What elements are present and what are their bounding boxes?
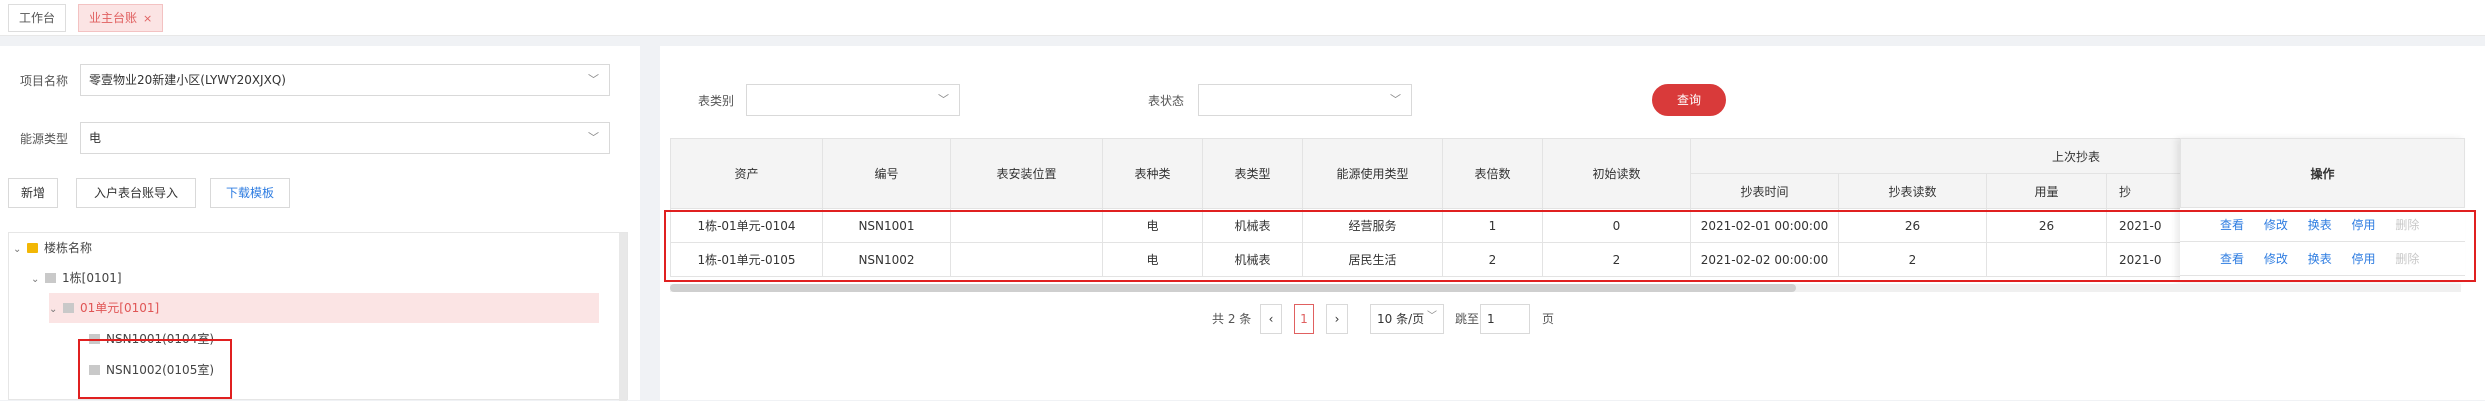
meter-type-label: 表类别 [698, 94, 735, 108]
chevron-down-icon[interactable]: ⌄ [31, 265, 45, 295]
node-icon [45, 273, 56, 283]
meter-status-select[interactable]: ﹀ [1198, 84, 1412, 116]
tree-node-root[interactable]: ⌄ 楼栋名称 [13, 233, 92, 263]
page-1-button[interactable]: 1 [1294, 304, 1314, 334]
col-usage-type: 能源使用类型 [1302, 138, 1443, 209]
chevron-down-icon: ﹀ [588, 73, 599, 86]
left-panel: 项目名称 零壹物业20新建小区(LYWY20XJXQ) ﹀ 能源类型 电 ﹀ 新… [0, 46, 640, 401]
node-icon [63, 303, 74, 313]
import-button[interactable]: 入户表台账导入 [76, 178, 196, 208]
goto-page-input[interactable]: 1 [1480, 304, 1530, 334]
query-button[interactable]: 查询 [1652, 84, 1726, 116]
col-type: 表类型 [1202, 138, 1303, 209]
col-last-reading: 抄表读数 [1838, 173, 1987, 209]
page-size-select[interactable]: 10 条/页 ﹀ [1370, 304, 1444, 334]
energy-value: 电 [89, 131, 102, 145]
tab-workbench[interactable]: 工作台 [8, 4, 67, 32]
tab-label: 业主台账 [89, 11, 138, 25]
col-multiplier: 表倍数 [1442, 138, 1543, 209]
tree-node-building[interactable]: ⌄ 1栋[0101] [31, 263, 122, 293]
chevron-down-icon[interactable]: ⌄ [13, 235, 27, 265]
meter-status-label: 表状态 [1148, 94, 1185, 108]
tab-bar: 工作台 业主台账 × [0, 0, 2485, 36]
add-button[interactable]: 新增 [8, 178, 58, 208]
close-icon[interactable]: × [143, 12, 152, 25]
col-asset: 资产 [670, 138, 823, 209]
chevron-down-icon: ﹀ [938, 93, 949, 106]
goto-label: 跳至 [1455, 312, 1480, 326]
tree-node-label: 楼栋名称 [44, 241, 93, 255]
col-number: 编号 [822, 138, 951, 209]
page-suffix: 页 [1542, 312, 1555, 326]
col-initial: 初始读数 [1542, 138, 1691, 209]
horizontal-scrollbar[interactable] [670, 284, 2461, 292]
project-select[interactable]: 零壹物业20新建小区(LYWY20XJXQ) ﹀ [80, 64, 610, 96]
tree-node-label: 1栋[0101] [62, 271, 122, 285]
page-size-value: 10 条/页 [1377, 312, 1425, 326]
highlight-box [664, 210, 2476, 282]
chevron-down-icon: ﹀ [1427, 311, 1437, 322]
col-last-usage: 用量 [1986, 173, 2107, 209]
energy-select[interactable]: 电 ﹀ [80, 122, 610, 154]
total-count: 共 2 条 [1212, 312, 1252, 326]
chevron-down-icon[interactable]: ⌄ [49, 295, 63, 325]
tree-node-label: 01单元[0101] [80, 301, 160, 315]
tab-owner-ledger[interactable]: 业主台账 × [78, 4, 164, 32]
col-actions: 操作 [2180, 138, 2465, 208]
tree-scrollbar[interactable] [619, 233, 627, 401]
project-label: 项目名称 [20, 74, 69, 88]
folder-icon [27, 243, 38, 253]
meter-type-select[interactable]: ﹀ [746, 84, 960, 116]
prev-page-button[interactable]: ‹ [1260, 304, 1282, 334]
scrollbar-thumb[interactable] [670, 284, 1796, 292]
right-panel: 表类别 ﹀ 表状态 ﹀ 查询 资产 编号 表安装位置 表种类 表类型 能源使用类… [660, 46, 2485, 400]
download-template-button[interactable]: 下载模板 [210, 178, 290, 208]
highlight-box [78, 339, 232, 399]
chevron-down-icon: ﹀ [588, 131, 599, 144]
col-kind: 表种类 [1102, 138, 1203, 209]
energy-label: 能源类型 [20, 132, 69, 146]
chevron-down-icon: ﹀ [1390, 93, 1401, 106]
tab-label: 工作台 [19, 11, 56, 25]
next-page-button[interactable]: › [1326, 304, 1348, 334]
col-location: 表安装位置 [950, 138, 1103, 209]
tree-node-unit[interactable]: ⌄ 01单元[0101] [49, 293, 599, 323]
project-value: 零壹物业20新建小区(LYWY20XJXQ) [89, 73, 286, 87]
col-last-time: 抄表时间 [1690, 173, 1839, 209]
